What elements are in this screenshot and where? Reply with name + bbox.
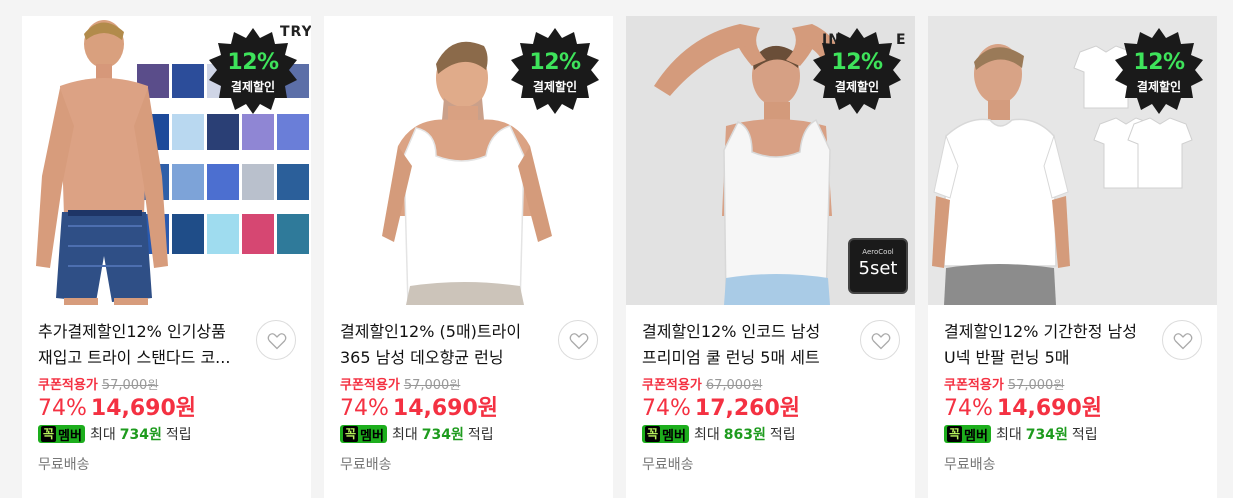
shipping-info: 무료배송 <box>642 457 694 473</box>
member-points-row: 꼭 멤버 최대 734원 적립 <box>944 424 1098 444</box>
member-points-row: 꼭 멤버 최대 734원 적립 <box>38 424 192 444</box>
payment-discount-badge: 12% 결제할인 <box>205 26 301 122</box>
shipping-info: 무료배송 <box>38 457 90 473</box>
payment-discount-badge: 12% 결제할인 <box>1111 26 1207 122</box>
product-image[interactable]: 12% 결제할인 <box>928 16 1217 305</box>
sale-price-row: 74% 14,690원 <box>340 390 499 421</box>
payment-discount-badge: 12% 결제할인 <box>507 26 603 122</box>
member-points-row: 꼭 멤버 최대 863원 적립 <box>642 424 796 444</box>
sale-price-row: 74% 14,690원 <box>38 390 197 421</box>
product-title[interactable]: 추가결제할인12% 인기상품 재입고 트라이 스탠다드 코... <box>38 319 248 371</box>
member-prefix: 최대 <box>391 427 418 443</box>
discount-rate: 74% <box>340 396 389 421</box>
heart-icon <box>569 333 589 350</box>
sale-price-row: 74% 17,260원 <box>642 390 801 421</box>
heart-icon <box>871 333 891 350</box>
wishlist-button[interactable] <box>256 320 296 360</box>
sale-price-row: 74% 14,690원 <box>944 390 1103 421</box>
shipping-info: 무료배송 <box>944 457 996 473</box>
set-badge-subtitle: AeroCool <box>862 248 894 256</box>
product-image[interactable]: TRY 12% 결제할인 <box>22 16 311 305</box>
member-badge-k: 꼭 <box>41 426 57 442</box>
shipping-info: 무료배송 <box>340 457 392 473</box>
member-badge-m: 멤버 <box>662 428 686 444</box>
discount-rate: 74% <box>642 396 691 421</box>
member-points: 734원 <box>119 427 162 443</box>
set-count-badge: AeroCool 5set <box>848 238 908 294</box>
member-badge-m: 멤버 <box>964 428 988 444</box>
product-title[interactable]: 결제할인12% (5매)트라이 365 남성 데오향균 런닝 <box>340 319 550 371</box>
member-badge-k: 꼭 <box>645 426 661 442</box>
sale-price: 17,260원 <box>694 396 801 421</box>
member-badge: 꼭 멤버 <box>944 425 991 444</box>
sale-price: 14,690원 <box>392 396 499 421</box>
member-badge: 꼭 멤버 <box>38 425 85 444</box>
heart-icon <box>267 333 287 350</box>
product-image[interactable]: 12% 결제할인 <box>324 16 613 305</box>
badge-label: 결제할인 <box>834 80 880 94</box>
heart-icon <box>1173 333 1193 350</box>
badge-percent: 12% <box>831 50 883 75</box>
member-prefix: 최대 <box>693 427 720 443</box>
badge-label: 결제할인 <box>532 80 578 94</box>
member-points-row: 꼭 멤버 최대 734원 적립 <box>340 424 494 444</box>
member-badge-m: 멤버 <box>360 428 384 444</box>
member-badge-k: 꼭 <box>343 426 359 442</box>
member-badge-k: 꼭 <box>947 426 963 442</box>
member-suffix: 적립 <box>165 427 192 443</box>
member-points: 863원 <box>723 427 766 443</box>
product-card[interactable]: 12% 결제할인 결제할인12% (5매)트라이 365 남성 데오향균 런닝 … <box>324 16 613 498</box>
wishlist-button[interactable] <box>558 320 598 360</box>
badge-percent: 12% <box>1133 50 1185 75</box>
member-suffix: 적립 <box>467 427 494 443</box>
product-card[interactable]: TRY 12% 결제할인 추가결제할인12% 인기상품 재입고 트라이 스탠다드… <box>22 16 311 498</box>
product-title[interactable]: 결제할인12% 기간한정 남성 U넥 반팔 런닝 5매 <box>944 319 1154 371</box>
set-badge-count: 5set <box>858 258 898 279</box>
member-prefix: 최대 <box>995 427 1022 443</box>
member-points: 734원 <box>421 427 464 443</box>
badge-percent: 12% <box>529 50 581 75</box>
member-badge: 꼭 멤버 <box>642 425 689 444</box>
sale-price: 14,690원 <box>996 396 1103 421</box>
member-points: 734원 <box>1025 427 1068 443</box>
product-card[interactable]: IN E AeroCool 5set 12% 결제할인 결제할인12% 인코드 … <box>626 16 915 498</box>
member-badge-m: 멤버 <box>58 428 82 444</box>
product-title[interactable]: 결제할인12% 인코드 남성 프리미엄 쿨 런닝 5매 세트 <box>642 319 852 371</box>
product-image[interactable]: IN E AeroCool 5set 12% 결제할인 <box>626 16 915 305</box>
discount-rate: 74% <box>944 396 993 421</box>
payment-discount-badge: 12% 결제할인 <box>809 26 905 122</box>
member-badge: 꼭 멤버 <box>340 425 387 444</box>
sale-price: 14,690원 <box>90 396 197 421</box>
product-card[interactable]: 12% 결제할인 결제할인12% 기간한정 남성 U넥 반팔 런닝 5매 쿠폰적… <box>928 16 1217 498</box>
wishlist-button[interactable] <box>1162 320 1202 360</box>
member-prefix: 최대 <box>89 427 116 443</box>
wishlist-button[interactable] <box>860 320 900 360</box>
badge-label: 결제할인 <box>1136 80 1182 94</box>
discount-rate: 74% <box>38 396 87 421</box>
badge-percent: 12% <box>227 50 279 75</box>
member-suffix: 적립 <box>769 427 796 443</box>
badge-label: 결제할인 <box>230 80 276 94</box>
member-suffix: 적립 <box>1071 427 1098 443</box>
